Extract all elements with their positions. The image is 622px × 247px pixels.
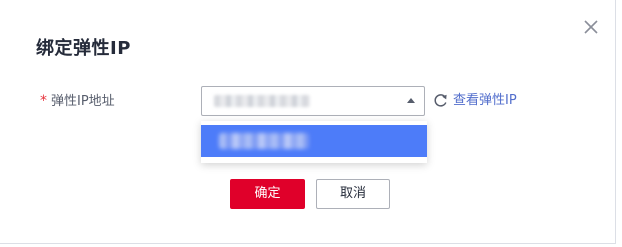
eip-address-label: * 弹性IP地址: [40, 92, 115, 111]
caret-up-icon: [407, 98, 415, 103]
bind-eip-dialog: 绑定弹性IP * 弹性IP地址 查看弹性IP 确定 取消: [0, 0, 616, 244]
eip-address-label-text: 弹性IP地址: [51, 94, 115, 109]
selected-value-redacted: [214, 95, 310, 107]
option-value-redacted: [219, 133, 309, 149]
ok-button[interactable]: 确定: [230, 179, 305, 209]
dropdown-option[interactable]: [201, 125, 427, 157]
close-icon[interactable]: [581, 17, 601, 37]
required-mark: *: [40, 93, 47, 109]
refresh-icon[interactable]: [433, 93, 448, 108]
eip-dropdown-menu: [201, 121, 427, 163]
view-eip-link[interactable]: 查看弹性IP: [453, 93, 517, 109]
dialog-title: 绑定弹性IP: [36, 38, 131, 59]
eip-address-select[interactable]: [201, 86, 425, 116]
cancel-button[interactable]: 取消: [316, 179, 390, 209]
